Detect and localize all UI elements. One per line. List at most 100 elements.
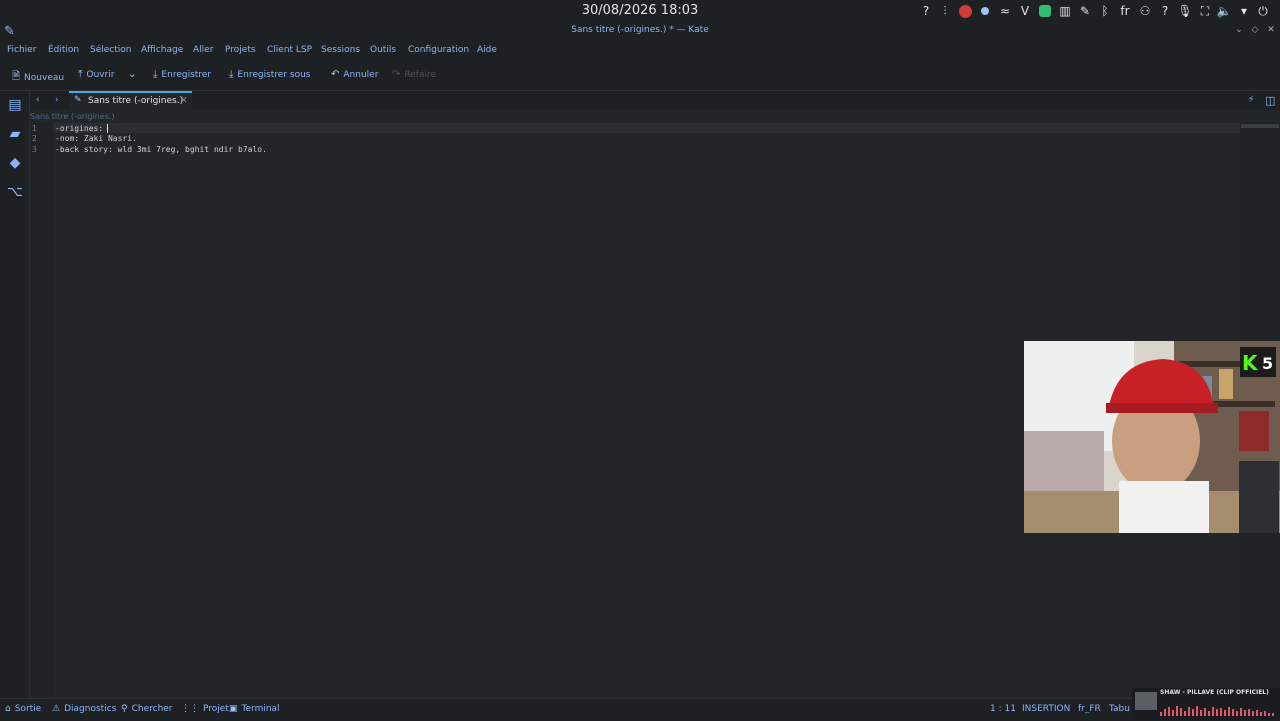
save-button[interactable]: ⤓ Enregistrer [153,69,211,80]
menu-aide[interactable]: Aide [477,45,497,55]
code-line[interactable]: -back story: wld 3mi 7reg, bghit ndir b7… [55,145,267,154]
text-cursor [107,124,108,133]
open-menu-button[interactable]: ⌄ [128,69,136,80]
code-line[interactable]: -origines: [55,124,103,133]
code-line[interactable]: -nom: Zaki Nasri. [55,134,137,143]
maximize-icon[interactable]: ◇ [1249,25,1261,37]
question-icon[interactable]: ? [1157,3,1173,19]
line-number-gutter [30,122,53,698]
menu-affichage[interactable]: Affichage [141,45,183,55]
git-icon[interactable]: ◆ [5,153,25,173]
breadcrumb[interactable]: Sans titre (-origines.) [30,112,115,121]
warning-icon: ⚠ [52,704,61,714]
music-title: SHAW - PILLAVE (CLIP OFFICIEL) [1160,689,1269,696]
audio-visualizer [1160,706,1274,716]
pen-icon[interactable]: ✎ [1077,3,1093,19]
microphone-icon[interactable]: 🎙 [1177,3,1193,19]
kick-badge-letter: K [1242,351,1259,375]
clock[interactable]: 30/08/2026 18:03 [540,3,740,18]
green-app-icon[interactable] [1037,3,1053,19]
output-button[interactable]: ⌂ Sortie [5,704,41,714]
bluetooth-icon[interactable]: ᛒ [1097,3,1113,19]
menubar [0,40,1280,60]
chevron-down-icon[interactable]: ▾ [1236,3,1252,19]
output-label: Sortie [14,704,42,714]
new-button[interactable]: 🗎 Nouveau [12,69,64,86]
volume-icon[interactable]: 🔈 [1216,3,1232,19]
save-button-label: Enregistrer [161,69,212,80]
menu-fichier[interactable]: Fichier [7,45,36,55]
kick-badge-count: 5 [1262,354,1273,373]
webcam-image: K 5 [1024,341,1280,533]
project-label: Projet [203,704,229,714]
open-button-label: Ouvrir [86,69,115,80]
user-icon[interactable]: ⚇ [1137,3,1153,19]
minimize-icon[interactable]: ⌄ [1233,25,1245,37]
terminal-label: Terminal [241,704,280,714]
tab-label: Sans titre (-origines.) [88,96,184,106]
screenshot-icon[interactable]: ⛶ [1197,3,1213,19]
open-icon: ⤒ [78,69,83,80]
line-number: 3 [32,145,37,154]
folder-icon[interactable]: ▰ [5,124,25,144]
line-number: 2 [32,134,37,143]
diagnostics-label: Diagnostics [64,704,117,714]
dot-icon[interactable] [977,3,993,19]
menu-aller[interactable]: Aller [193,45,213,55]
keyboard-layout-indicator[interactable]: fr [1117,3,1133,19]
menu-client-lsp[interactable]: Client LSP [267,45,312,55]
line-number: 1 [32,124,37,133]
undo-icon: ↶ [331,69,340,80]
red-app-icon[interactable] [957,3,973,19]
steam-icon[interactable]: ≈ [997,3,1013,19]
forward-icon[interactable]: › [55,95,59,105]
menu-outils[interactable]: Outils [370,45,396,55]
help-icon[interactable]: ? [918,3,934,19]
webcam-overlay: K 5 [1024,341,1280,533]
open-button[interactable]: ⤒ Ouvrir [78,69,114,80]
project-button[interactable]: ⋮⋮ Projet [181,704,229,714]
save-as-button[interactable]: ⤓ Enregistrer sous [229,69,310,80]
tab-close-icon[interactable]: ✕ [180,96,188,106]
menu-sessions[interactable]: Sessions [321,45,360,55]
dictionary[interactable]: fr_FR [1078,704,1101,714]
quick-open-icon[interactable]: ⚡ [1248,95,1254,105]
documents-icon[interactable]: ▤ [5,95,25,115]
window-title: Sans titre (-origines.) * — Kate [571,25,709,35]
search-label: Chercher [131,704,173,714]
search-icon: ⚲ [121,704,128,714]
undo-button-label: Annuler [343,69,379,80]
diagnostics-button[interactable]: ⚠ Diagnostics [52,704,116,714]
equalizer-icon[interactable]: ⫶ [937,3,953,19]
grid-icon: ⋮⋮ [181,704,199,714]
kate-app-icon: ✎ [4,24,15,39]
menu-configuration[interactable]: Configuration [408,45,469,55]
close-icon[interactable]: ✕ [1265,25,1277,37]
back-icon[interactable]: ‹ [36,95,40,105]
menu-edition[interactable]: Édition [48,45,79,55]
terminal-icon: ▣ [229,704,238,714]
new-document-icon: 🗎 [12,71,21,82]
redo-button-label: Refaire [404,69,437,80]
menu-projets[interactable]: Projets [225,45,256,55]
undo-button[interactable]: ↶ Annuler [331,69,378,80]
save-icon: ⤓ [153,69,158,80]
search-button[interactable]: ⚲ Chercher [121,704,173,714]
cursor-position[interactable]: 1 : 11 [990,704,1016,714]
edit-icon: ✎ [74,95,82,105]
vpn-icon[interactable]: V [1017,3,1033,19]
indentation[interactable]: Tabu [1109,704,1130,714]
new-button-label: Nouveau [24,72,65,83]
album-art [1135,692,1157,710]
input-mode[interactable]: INSERTION [1022,704,1070,714]
symbols-icon[interactable]: ⌥ [5,182,25,202]
menu-selection[interactable]: Sélection [90,45,131,55]
power-icon[interactable]: ⏻ [1255,3,1271,19]
minimap-viewport[interactable] [1241,124,1279,128]
redo-button[interactable]: ↷ Refaire [392,69,436,80]
terminal-button[interactable]: ▣ Terminal [229,704,280,714]
tab-bar [30,91,1280,110]
save-as-icon: ⤓ [229,69,234,80]
split-view-icon[interactable]: ◫ [1265,94,1275,107]
window-icon[interactable]: ▥ [1057,3,1073,19]
